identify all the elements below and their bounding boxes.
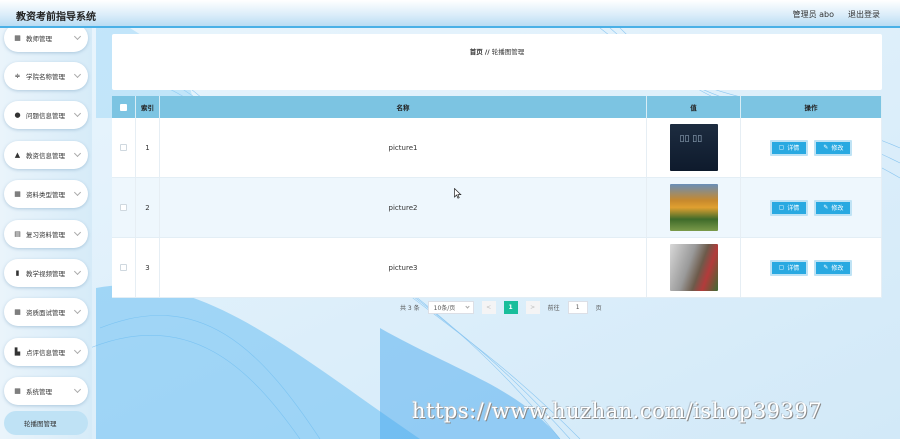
edit-icon: ✎ — [823, 144, 829, 151]
edit-button[interactable]: ✎ 修改 — [814, 199, 853, 216]
chevron-down-icon — [73, 109, 82, 118]
sidebar: ▦ 教师管理 ≑ 学院名称管理 ● 问题信息管理 ▲ 教资信息管理 ▦ 资料类型… — [0, 24, 92, 439]
sidebar-item-label: 教学视频管理 — [26, 270, 65, 278]
carousel-table: 索引 名称 值 操作 1 picture1 ▯▯ ▯▯ ▢ 详情 ✎ 修改 2 pi… — [112, 96, 882, 298]
chevron-down-icon — [73, 32, 82, 41]
chevron-down-icon — [73, 346, 82, 355]
column-ops: 操作 — [741, 96, 882, 118]
edit-icon: ✎ — [823, 264, 829, 271]
apps-icon: ▦ — [14, 387, 21, 395]
thumbnail-image[interactable]: ▯▯ ▯▯ — [669, 124, 718, 171]
user-icon: ▲ — [14, 151, 21, 159]
grid-icon: ▦ — [14, 308, 21, 316]
chevron-down-icon — [73, 228, 82, 237]
sidebar-item-teacher[interactable]: ▦ 教师管理 — [4, 24, 88, 52]
page-unit-label: 页 — [595, 305, 602, 312]
row-name: picture3 — [160, 238, 647, 297]
detail-button[interactable]: ▢ 详情 — [769, 259, 809, 276]
sidebar-item-label: 资料类型管理 — [26, 191, 65, 199]
current-user[interactable]: 管理员 abo — [793, 9, 834, 20]
sidebar-item-label: 资质面试管理 — [26, 309, 65, 317]
row-checkbox[interactable] — [120, 264, 127, 271]
logout-link[interactable]: 退出登录 — [848, 9, 880, 20]
sidebar-item-interview[interactable]: ▦ 资质面试管理 — [4, 298, 88, 326]
sidebar-item-label: 问题信息管理 — [26, 112, 65, 120]
breadcrumb: 首页 // 轮播图管理 — [112, 46, 882, 56]
sidebar-item-label: 系统管理 — [26, 388, 52, 396]
column-value: 值 — [647, 96, 741, 118]
detail-button[interactable]: ▢ 详情 — [769, 199, 809, 216]
pagination: 共 3 条 10条/页 < 1 > 前往 1 页 — [400, 301, 602, 314]
sidebar-item-label: 教资信息管理 — [26, 152, 65, 160]
detail-button[interactable]: ▢ 详情 — [769, 139, 809, 156]
select-all-checkbox[interactable] — [120, 103, 127, 111]
column-index: 索引 — [136, 96, 160, 118]
breadcrumb-home[interactable]: 首页 — [470, 48, 483, 56]
pagination-total: 共 3 条 — [400, 305, 420, 312]
goto-page-input[interactable]: 1 — [567, 301, 588, 314]
next-page-button[interactable]: > — [525, 301, 540, 314]
top-right-actions: 管理员 abo 退出登录 — [793, 9, 880, 20]
mouse-cursor-icon — [454, 188, 462, 199]
goto-label: 前往 — [547, 305, 560, 312]
thumbnail-image[interactable] — [669, 244, 718, 291]
list-icon: ▤ — [14, 230, 21, 238]
prev-page-button[interactable]: < — [481, 301, 496, 314]
app-title: 教资考前指导系统 — [16, 12, 96, 23]
chevron-down-icon — [73, 149, 82, 158]
top-bar: 教资考前指导系统 管理员 abo 退出登录 — [0, 0, 900, 28]
row-name: picture2 — [160, 178, 647, 237]
edit-button[interactable]: ✎ 修改 — [814, 139, 853, 156]
sidebar-item-system[interactable]: ▦ 系统管理 — [4, 377, 88, 405]
sidebar-item-label: 点评信息管理 — [26, 349, 65, 357]
column-name: 名称 — [160, 96, 647, 118]
sidebar-item-label: 学院名称管理 — [26, 73, 65, 81]
breadcrumb-separator: // — [484, 48, 490, 56]
sidebar-item-label: 教师管理 — [26, 35, 52, 43]
row-index: 1 — [136, 118, 160, 177]
bar-chart-icon: ▮ — [15, 269, 20, 277]
row-index: 3 — [136, 238, 160, 297]
page-size-select[interactable]: 10条/页 — [427, 301, 474, 314]
watermark-text: https://www.huzhan.com/ishop39397 — [412, 399, 823, 423]
chevron-down-icon — [73, 385, 82, 394]
content-header: 首页 // 轮播图管理 — [112, 34, 882, 90]
table-row: 1 picture1 ▯▯ ▯▯ ▢ 详情 ✎ 修改 — [112, 118, 882, 178]
edit-icon: ✎ — [823, 204, 829, 211]
sidebar-item-college[interactable]: ≑ 学院名称管理 — [4, 62, 88, 90]
sidebar-item-review[interactable]: ▙ 点评信息管理 — [4, 338, 88, 366]
edit-button[interactable]: ✎ 修改 — [814, 259, 853, 276]
table-row: 2 picture2 ▢ 详情 ✎ 修改 — [112, 178, 882, 238]
thumbnail-image[interactable] — [669, 184, 718, 231]
detail-icon: ▢ — [778, 204, 785, 211]
sidebar-item-questions[interactable]: ● 问题信息管理 — [4, 101, 88, 129]
chevron-down-icon — [73, 188, 82, 197]
chevron-down-icon — [73, 267, 82, 276]
table-header: 索引 名称 值 操作 — [112, 96, 882, 118]
poster-logo: ▯▯ ▯▯ — [679, 134, 703, 144]
sliders-icon: ≑ — [14, 72, 21, 80]
chevron-down-icon — [73, 70, 82, 79]
sidebar-subitem-carousel[interactable]: 轮播图管理 — [4, 411, 88, 435]
sidebar-item-qualification[interactable]: ▲ 教资信息管理 — [4, 141, 88, 169]
table-row: 3 picture3 ▢ 详情 ✎ 修改 — [112, 238, 882, 298]
grid-icon: ▦ — [14, 34, 21, 42]
row-index: 2 — [136, 178, 160, 237]
row-name: picture1 — [160, 118, 647, 177]
row-checkbox[interactable] — [120, 144, 127, 151]
sidebar-item-label: 复习资料管理 — [26, 231, 65, 239]
detail-icon: ▢ — [778, 264, 785, 271]
detail-icon: ▢ — [778, 144, 785, 151]
sidebar-item-review-material[interactable]: ▤ 复习资料管理 — [4, 220, 88, 248]
chevron-down-icon — [73, 306, 82, 315]
chevron-down-icon — [465, 304, 470, 309]
page-number-current[interactable]: 1 — [503, 301, 518, 314]
grid-icon: ▦ — [14, 190, 21, 198]
sidebar-item-video[interactable]: ▮ 教学视频管理 — [4, 259, 88, 287]
breadcrumb-current: 轮播图管理 — [491, 48, 525, 56]
chart-icon: ▙ — [14, 348, 21, 356]
user-icon: ● — [14, 111, 21, 119]
sidebar-item-material-type[interactable]: ▦ 资料类型管理 — [4, 180, 88, 208]
row-checkbox[interactable] — [120, 204, 127, 211]
